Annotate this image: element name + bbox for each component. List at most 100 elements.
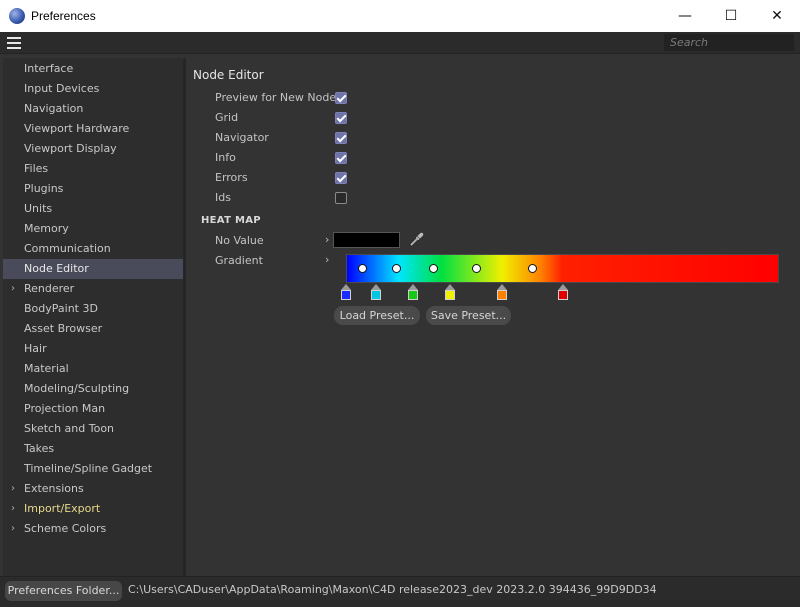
no-value-color-swatch[interactable] [333,232,400,248]
sidebar-item-scheme-colors[interactable]: › Scheme Colors [3,519,183,539]
preview-for-new-nodes-label: Preview for New Nodes [215,91,342,104]
sidebar-item-timeline-spline-gadget[interactable]: Timeline/Spline Gadget [3,459,183,479]
expand-chevron-icon[interactable]: › [11,279,15,299]
preferences-path: C:\Users\CADuser\AppData\Roaming\Maxon\C… [128,583,657,596]
sidebar-item-label: Files [24,162,49,175]
sidebar-item-communication[interactable]: Communication [3,239,183,259]
grid-label: Grid [215,111,239,124]
sidebar-item-memory[interactable]: Memory [3,219,183,239]
sidebar-item-label: Material [24,362,69,375]
sidebar-item-label: Import/Export [24,502,101,515]
sidebar-item-asset-browser[interactable]: Asset Browser [3,319,183,339]
sidebar-item-label: Memory [24,222,69,235]
sidebar-item-plugins[interactable]: Plugins [3,179,183,199]
gradient-knot[interactable] [528,264,538,273]
sidebar-item-label: Viewport Display [24,142,117,155]
sidebar-item-label: Input Devices [24,82,100,95]
sidebar-item-bodypaint-3d[interactable]: BodyPaint 3D [3,299,183,319]
sidebar-item-label: Asset Browser [24,322,103,335]
errors-label: Errors [215,171,248,184]
page-title: Node Editor [193,68,264,82]
sidebar-item-label: Units [24,202,53,215]
no-value-expand-chevron-icon[interactable]: › [325,233,329,246]
close-button[interactable]: ✕ [754,0,800,32]
grid-checkbox[interactable] [335,112,347,124]
gradient-color-stop[interactable] [557,284,568,300]
sidebar-item-renderer[interactable]: › Renderer [3,279,183,299]
sidebar-item-input-devices[interactable]: Input Devices [3,79,183,99]
sidebar-item-label: Navigation [24,102,84,115]
sidebar-item-label: Scheme Colors [24,522,107,535]
navigator-checkbox[interactable] [335,132,347,144]
toolbar [0,32,800,54]
expand-chevron-icon[interactable]: › [11,499,15,519]
sidebar-item-viewport-hardware[interactable]: Viewport Hardware [3,119,183,139]
minimize-button[interactable]: — [662,0,708,32]
status-bar: Preferences Folder... C:\Users\CADuser\A… [0,576,800,607]
info-checkbox[interactable] [335,152,347,164]
sidebar-item-label: Node Editor [24,262,89,275]
sidebar-item-extensions[interactable]: › Extensions [3,479,183,499]
sidebar-item-hair[interactable]: Hair [3,339,183,359]
sidebar-item-sketch-and-toon[interactable]: Sketch and Toon [3,419,183,439]
preview-for-new-nodes-checkbox[interactable] [335,92,347,104]
gradient-color-stop[interactable] [371,284,382,300]
preferences-sidebar: Interface Input Devices Navigation Viewport… [3,58,183,576]
gradient-knot[interactable] [391,264,401,273]
close-icon: ✕ [771,8,783,24]
gradient-knot[interactable] [358,264,368,273]
errors-checkbox[interactable] [335,172,347,184]
sidebar-item-label: Interface [24,62,74,75]
sidebar-item-label: Plugins [24,182,64,195]
sidebar-item-import-export[interactable]: › Import/Export [3,499,183,519]
sidebar-item-label: Modeling/Sculpting [24,382,130,395]
load-preset-button[interactable]: Load Preset... [334,306,420,325]
gradient-color-stop[interactable] [496,284,507,300]
gradient-expand-chevron-icon[interactable]: › [325,253,329,266]
node-editor-panel: Node Editor Preview for New Nodes Grid Nav… [186,58,800,576]
sidebar-item-label: Timeline/Spline Gadget [24,462,153,475]
gradient-label: Gradient [215,254,263,267]
sidebar-item-label: Sketch and Toon [24,422,115,435]
save-preset-button[interactable]: Save Preset... [426,306,511,325]
ids-checkbox[interactable] [335,192,347,204]
maximize-button[interactable]: ☐ [708,0,754,32]
eyedropper-icon[interactable] [409,231,425,247]
window-title: Preferences [31,9,96,23]
sidebar-item-label: Viewport Hardware [24,122,130,135]
navigator-label: Navigator [215,131,269,144]
sidebar-item-node-editor[interactable]: Node Editor [3,259,183,279]
expand-chevron-icon[interactable]: › [11,479,15,499]
sidebar-item-label: Takes [24,442,55,455]
gradient-color-stop[interactable] [444,284,455,300]
sidebar-item-label: BodyPaint 3D [24,302,98,315]
sidebar-item-modeling-sculpting[interactable]: Modeling/Sculpting [3,379,183,399]
sidebar-item-label: Renderer [24,282,75,295]
sidebar-item-interface[interactable]: Interface [3,59,183,79]
gradient-bar[interactable] [346,254,779,283]
minimize-icon: — [678,8,692,24]
sidebar-item-projection-man[interactable]: Projection Man [3,399,183,419]
gradient-knot[interactable] [428,264,438,273]
cinema4d-app-icon [9,8,25,24]
gradient-color-stop[interactable] [341,284,351,300]
title-bar: Preferences — ☐ ✕ [0,0,800,32]
sidebar-item-files[interactable]: Files [3,159,183,179]
sidebar-item-takes[interactable]: Takes [3,439,183,459]
sidebar-item-label: Hair [24,342,47,355]
sidebar-item-label: Extensions [24,482,84,495]
sidebar-item-material[interactable]: Material [3,359,183,379]
info-label: Info [215,151,236,164]
no-value-label: No Value [215,234,264,247]
gradient-color-stop[interactable] [408,284,419,300]
sidebar-item-navigation[interactable]: Navigation [3,99,183,119]
hamburger-menu-icon[interactable] [7,37,21,49]
search-input[interactable] [664,34,794,51]
sidebar-item-units[interactable]: Units [3,199,183,219]
expand-chevron-icon[interactable]: › [11,519,15,539]
gradient-knot[interactable] [471,264,481,273]
maximize-icon: ☐ [724,8,738,24]
sidebar-item-viewport-display[interactable]: Viewport Display [3,139,183,159]
preferences-folder-button[interactable]: Preferences Folder... [5,581,122,601]
sidebar-item-label: Projection Man [24,402,106,415]
